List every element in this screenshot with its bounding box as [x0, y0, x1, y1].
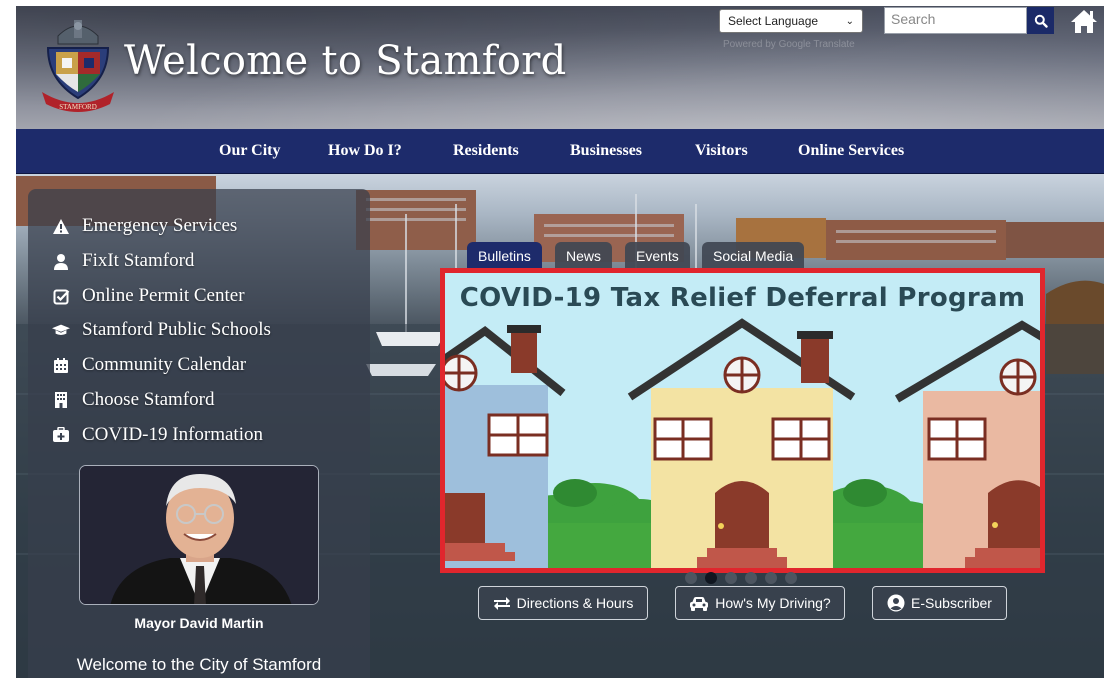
graduation-cap-icon: [52, 321, 70, 339]
e-subscriber-button[interactable]: E-Subscriber: [872, 586, 1007, 620]
tab-news[interactable]: News: [555, 242, 613, 269]
directions-hours-button[interactable]: Directions & Hours: [478, 586, 648, 620]
slide-dot[interactable]: [685, 572, 697, 584]
button-label: E-Subscriber: [911, 595, 992, 611]
page: STAMFORD Welcome to Stamford Select Lang…: [16, 6, 1104, 678]
slide-dot[interactable]: [765, 572, 777, 584]
tab-label: Social Media: [713, 247, 794, 264]
medkit-icon: [52, 426, 70, 444]
quick-link-label: Stamford Public Schools: [82, 319, 271, 340]
mayor-portrait-image: [80, 466, 318, 604]
nav-item-residents[interactable]: Residents: [453, 142, 519, 160]
hows-my-driving-button[interactable]: How's My Driving?: [675, 586, 845, 620]
bulletin-slide[interactable]: COVID-19 Tax Relief Deferral Program: [440, 268, 1045, 573]
site-header: STAMFORD Welcome to Stamford Select Lang…: [16, 6, 1104, 129]
language-select[interactable]: Select Language ⌄: [719, 9, 863, 33]
mayor-caption: Mayor David Martin: [134, 615, 264, 631]
tab-label: Bulletins: [478, 247, 531, 264]
quick-link-stamford-public-schools[interactable]: Stamford Public Schools: [52, 319, 271, 341]
search-icon: [1034, 14, 1048, 28]
quick-link-label: Online Permit Center: [82, 285, 245, 306]
google-translate-credit[interactable]: Powered by Google Translate: [723, 39, 855, 50]
nav-item-businesses[interactable]: Businesses: [570, 142, 642, 160]
nav-item-how-do-i[interactable]: How Do I?: [328, 142, 402, 160]
welcome-heading: Welcome to the City of Stamford: [76, 655, 322, 674]
home-icon[interactable]: [1070, 8, 1098, 34]
quick-links-panel: Emergency Services FixIt Stamford Online…: [28, 189, 370, 678]
checkbox-icon: [52, 287, 70, 305]
tab-bulletins[interactable]: Bulletins: [467, 242, 542, 269]
button-label: Directions & Hours: [516, 595, 634, 611]
chevron-down-icon: ⌄: [845, 15, 854, 27]
building-icon: [52, 391, 70, 409]
main-nav: Our City How Do I? Residents Businesses …: [16, 129, 1104, 174]
slide-dot[interactable]: [745, 572, 757, 584]
button-label: How's My Driving?: [715, 595, 831, 611]
slide-dot[interactable]: [785, 572, 797, 584]
quick-link-label: FixIt Stamford: [82, 250, 195, 271]
quick-link-emergency-services[interactable]: Emergency Services: [52, 215, 237, 237]
tab-label: Events: [636, 247, 679, 264]
search-placeholder: Search: [891, 11, 936, 27]
user-circle-icon: [887, 594, 905, 612]
language-select-value: Select Language: [728, 14, 819, 28]
houses-illustration: [445, 318, 1040, 568]
person-icon: [52, 252, 70, 270]
nav-item-our-city[interactable]: Our City: [219, 142, 280, 160]
svg-text:STAMFORD: STAMFORD: [59, 103, 97, 111]
tab-label: News: [566, 247, 602, 264]
tab-social-media[interactable]: Social Media: [702, 242, 805, 269]
slide-title: COVID-19 Tax Relief Deferral Program: [459, 283, 1026, 313]
quick-link-label: Choose Stamford: [82, 389, 215, 410]
quick-link-label: Community Calendar: [82, 354, 247, 375]
nav-item-visitors[interactable]: Visitors: [695, 142, 748, 160]
quick-link-online-permit-center[interactable]: Online Permit Center: [52, 285, 245, 307]
quick-link-covid-19-information[interactable]: COVID-19 Information: [52, 424, 263, 446]
slide-pager: [685, 572, 797, 584]
city-seal-logo[interactable]: STAMFORD: [40, 14, 116, 118]
quick-link-community-calendar[interactable]: Community Calendar: [52, 354, 246, 376]
quick-link-fixit-stamford[interactable]: FixIt Stamford: [52, 250, 194, 272]
site-title: Welcome to Stamford: [124, 38, 567, 84]
quick-link-label: COVID-19 Information: [82, 424, 263, 445]
slide-dot-active[interactable]: [705, 572, 717, 584]
search-input[interactable]: Search: [884, 7, 1027, 34]
slide-dot[interactable]: [725, 572, 737, 584]
quick-link-label: Emergency Services: [82, 215, 238, 236]
exchange-icon: [493, 597, 510, 610]
nav-item-online-services[interactable]: Online Services: [798, 142, 904, 160]
warning-icon: [52, 217, 70, 235]
quick-link-choose-stamford[interactable]: Choose Stamford: [52, 389, 214, 411]
mayor-photo[interactable]: [79, 465, 319, 605]
car-icon: [690, 596, 709, 611]
tab-events[interactable]: Events: [625, 242, 690, 269]
calendar-icon: [52, 356, 70, 374]
search-button[interactable]: [1027, 7, 1054, 34]
